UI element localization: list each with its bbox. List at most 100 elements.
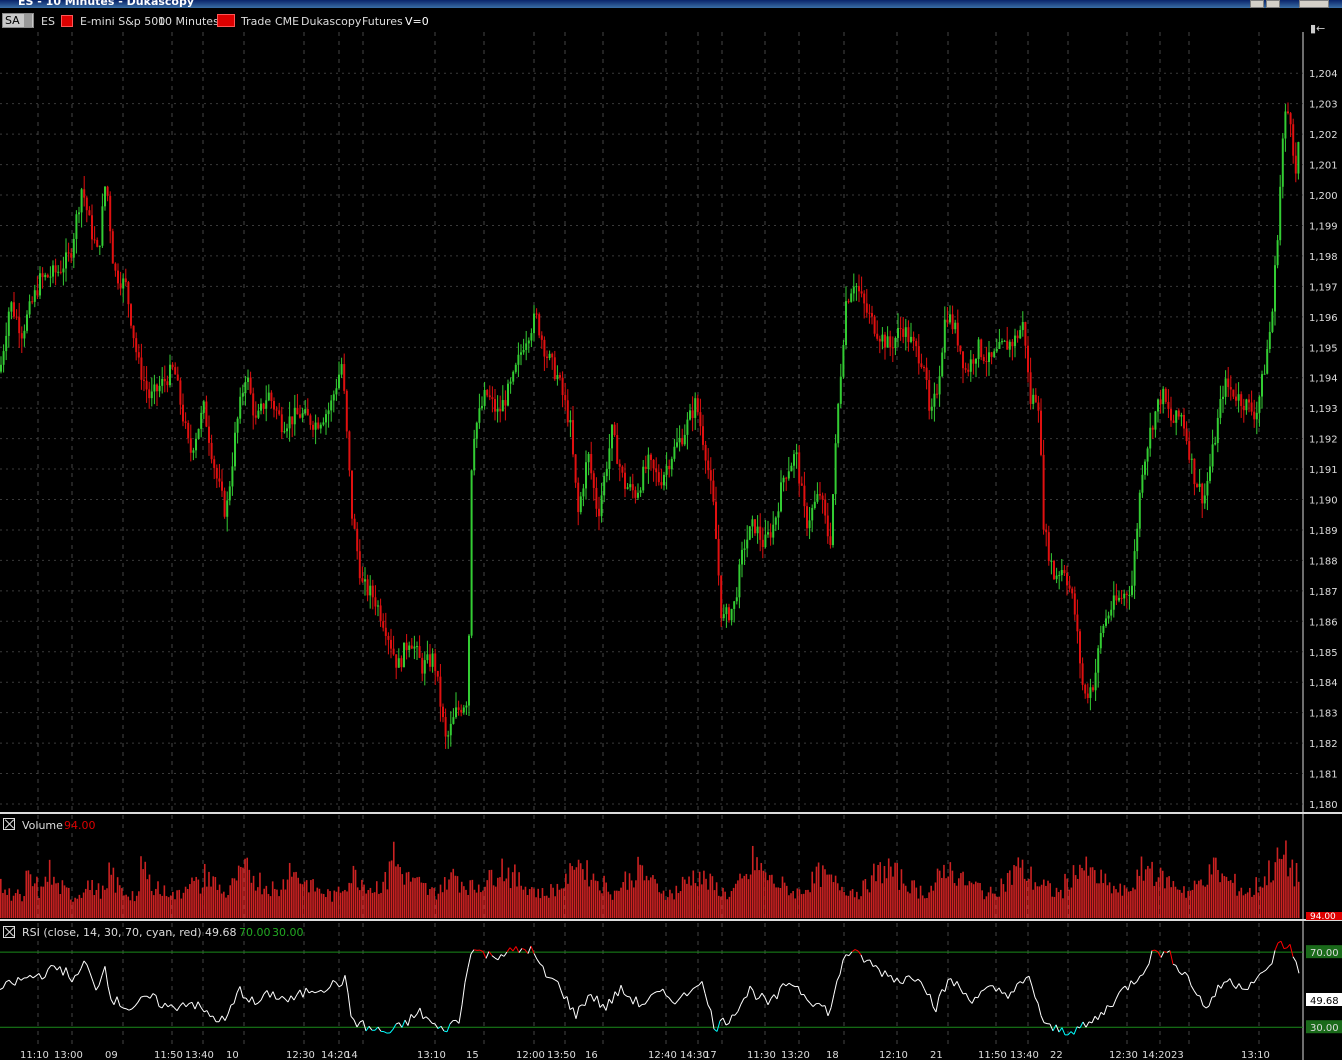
rsi-segment — [836, 974, 841, 981]
time-tick-label: 11:10 — [20, 1050, 49, 1060]
rsi-upper-badge-label: 70.00 — [1310, 948, 1339, 959]
candle-body — [608, 448, 611, 470]
volume-bar — [945, 878, 947, 918]
volume-bar — [618, 890, 620, 918]
volume-bar — [877, 864, 879, 918]
candle-body — [923, 367, 925, 369]
candle-body — [1235, 396, 1237, 401]
volume-bar — [50, 884, 53, 918]
candle-body — [436, 670, 439, 677]
time-tick-label: 23 — [1171, 1050, 1184, 1060]
time-tick-label: 12:30 — [286, 1050, 315, 1060]
rsi-segment — [446, 1023, 451, 1032]
time-tick-label: 11:50 — [978, 1050, 1007, 1060]
rsi-segment — [1202, 1005, 1207, 1009]
candle-body — [309, 415, 312, 425]
rsi-segment — [1286, 943, 1291, 949]
volume-bar — [227, 895, 229, 918]
volume-bar — [881, 883, 884, 918]
candle-body — [356, 528, 359, 552]
volume-bar — [1089, 867, 1092, 918]
candle-body — [28, 301, 31, 315]
candle-body — [101, 206, 104, 246]
volume-bar — [917, 898, 920, 918]
volume-bar — [892, 876, 894, 918]
candle-body — [730, 608, 733, 621]
volume-bar — [135, 895, 138, 918]
candle-body — [683, 434, 686, 445]
rsi-segment — [332, 979, 337, 983]
candle-body — [434, 653, 437, 671]
volume-bar — [1181, 892, 1183, 918]
rsi-segment — [326, 986, 331, 991]
volume-bar — [941, 877, 943, 918]
volume-bar — [1127, 891, 1130, 918]
candle-body — [1034, 394, 1037, 403]
rsi-segment — [512, 946, 517, 952]
candle-body — [1014, 335, 1016, 347]
rsi-segment — [158, 1006, 163, 1009]
price-tick-label: 1,184 — [1309, 678, 1338, 689]
rsi-segment — [764, 997, 769, 1005]
time-tick-label: 12:30 — [1109, 1050, 1138, 1060]
volume-bar — [911, 880, 913, 918]
candle-body — [829, 536, 832, 546]
rsi-segment — [752, 990, 757, 1000]
volume-bar — [286, 879, 289, 918]
rsi-segment — [182, 1002, 187, 1008]
volume-close-icon[interactable] — [3, 818, 15, 830]
volume-bar — [1102, 883, 1105, 918]
candle-body — [1011, 341, 1014, 347]
candle-body — [915, 341, 918, 347]
volume-bar — [987, 892, 990, 918]
candle-body — [1084, 684, 1087, 694]
rsi-segment — [1040, 1015, 1045, 1023]
candle-body — [553, 357, 556, 380]
candle-body — [18, 317, 21, 334]
volume-bar — [785, 885, 788, 918]
volume-bar — [705, 878, 707, 918]
volume-bar — [1280, 859, 1283, 918]
volume-bar — [67, 887, 70, 918]
candle-body — [413, 646, 416, 649]
rsi-segment — [644, 999, 649, 1005]
candle-body — [1248, 399, 1250, 403]
rsi-segment — [1088, 1021, 1093, 1024]
volume-bar — [669, 889, 671, 918]
candle-body — [949, 314, 951, 323]
candle-body — [1099, 633, 1102, 649]
rsi-segment — [1004, 992, 1009, 999]
rsi-segment — [164, 1002, 169, 1008]
rsi-segment — [617, 985, 622, 997]
volume-bar — [195, 876, 198, 918]
volume-bar — [713, 890, 716, 918]
candle-body — [283, 431, 286, 433]
rsi-segment — [1121, 985, 1126, 990]
volume-bar — [1266, 885, 1268, 918]
volume-bar — [958, 878, 960, 918]
volume-bar — [284, 889, 287, 918]
volume-bar — [490, 869, 493, 918]
volume-bar — [739, 873, 741, 918]
rsi-segment — [1259, 971, 1264, 975]
volume-bar — [1227, 881, 1230, 918]
rsi-segment — [77, 968, 82, 975]
rsi-close-icon[interactable] — [3, 926, 15, 938]
volume-bar — [350, 883, 353, 918]
volume-bar — [645, 875, 648, 918]
rsi-segment — [890, 975, 895, 983]
rsi-segment — [377, 1026, 382, 1032]
volume-bar — [805, 889, 807, 918]
volume-bar — [1079, 864, 1081, 918]
candle-body — [416, 646, 418, 648]
volume-bar — [955, 885, 958, 918]
rsi-segment — [914, 978, 919, 982]
volume-bar — [388, 861, 391, 918]
rsi-segment — [854, 949, 859, 952]
volume-bar — [596, 881, 599, 918]
candle-body — [444, 717, 447, 737]
volume-bar — [291, 876, 293, 918]
rsi-segment — [785, 982, 790, 987]
rsi-segment — [479, 949, 484, 952]
candle-body — [150, 391, 153, 399]
